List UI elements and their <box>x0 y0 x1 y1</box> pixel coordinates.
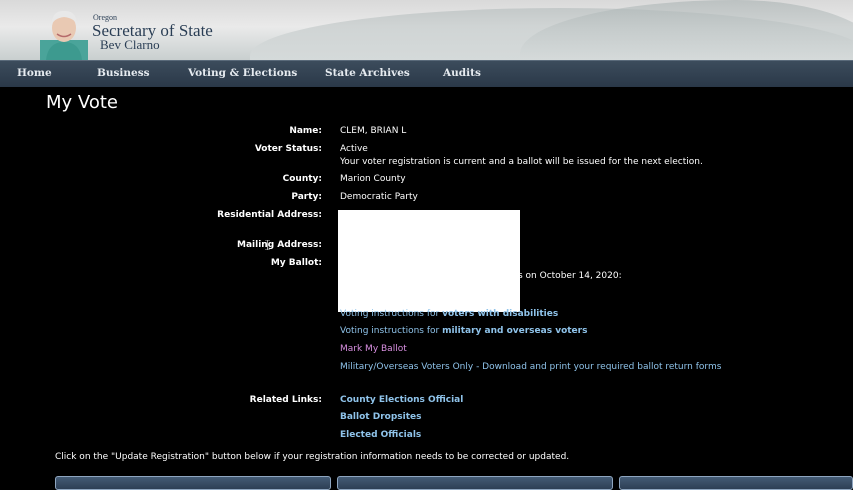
voter-name: CLEM, BRIAN L <box>340 126 407 136</box>
elected-officials-link[interactable]: Elected Officials <box>340 430 421 440</box>
mailing-address-label: Mailing Address: <box>237 240 322 250</box>
name-label: Name: <box>289 126 322 136</box>
official-portrait <box>40 10 88 60</box>
action-button-3[interactable] <box>619 476 853 490</box>
related-links-label: Related Links: <box>249 395 322 405</box>
nav-audits[interactable]: Audits <box>443 67 481 79</box>
link-emphasis: voters with disabilities <box>442 309 559 319</box>
link-prefix: Voting instructions for <box>340 309 443 319</box>
my-ballot-label: My Ballot: <box>270 258 322 268</box>
main-nav: Home Business Voting & Elections State A… <box>0 60 853 87</box>
redaction-box <box>338 210 520 312</box>
link-prefix: Voting instructions for <box>340 326 443 336</box>
nav-voting-elections[interactable]: Voting & Elections <box>188 67 297 79</box>
county-label: County: <box>282 174 322 184</box>
voter-status: Active <box>340 144 368 154</box>
ballot-dropsites-link[interactable]: Ballot Dropsites <box>340 412 421 422</box>
nav-business[interactable]: Business <box>97 67 150 79</box>
header-banner: Oregon Secretary of State Bev Clarno <box>0 0 853 60</box>
voter-status-label: Voter Status: <box>254 144 322 154</box>
military-instructions-link[interactable]: Voting instructions for military and ove… <box>340 326 587 336</box>
page-title: My Vote <box>46 92 118 113</box>
text-cursor-icon <box>265 240 270 250</box>
county-elections-official-link[interactable]: County Elections Official <box>340 395 463 405</box>
county-value: Marion County <box>340 174 406 184</box>
party-label: Party: <box>291 192 322 202</box>
update-instructions: Click on the "Update Registration" butto… <box>55 452 570 462</box>
voter-status-note: Your voter registration is current and a… <box>340 157 703 167</box>
official-name: Bev Clarno <box>100 37 160 52</box>
nav-home[interactable]: Home <box>17 67 52 79</box>
nav-state-archives[interactable]: State Archives <box>325 67 410 79</box>
update-registration-button[interactable] <box>55 476 331 490</box>
disabilities-instructions-link[interactable]: Voting instructions for voters with disa… <box>340 309 558 319</box>
residential-address-label: Residential Address: <box>217 210 322 220</box>
party-value: Democratic Party <box>340 192 418 202</box>
mark-my-ballot-link[interactable]: Mark My Ballot <box>340 344 407 354</box>
link-emphasis: military and overseas voters <box>442 326 588 336</box>
action-button-2[interactable] <box>337 476 613 490</box>
ballot-date-text: s on October 14, 2020: <box>518 271 622 281</box>
military-forms-link[interactable]: Military/Overseas Voters Only - Download… <box>340 362 721 372</box>
